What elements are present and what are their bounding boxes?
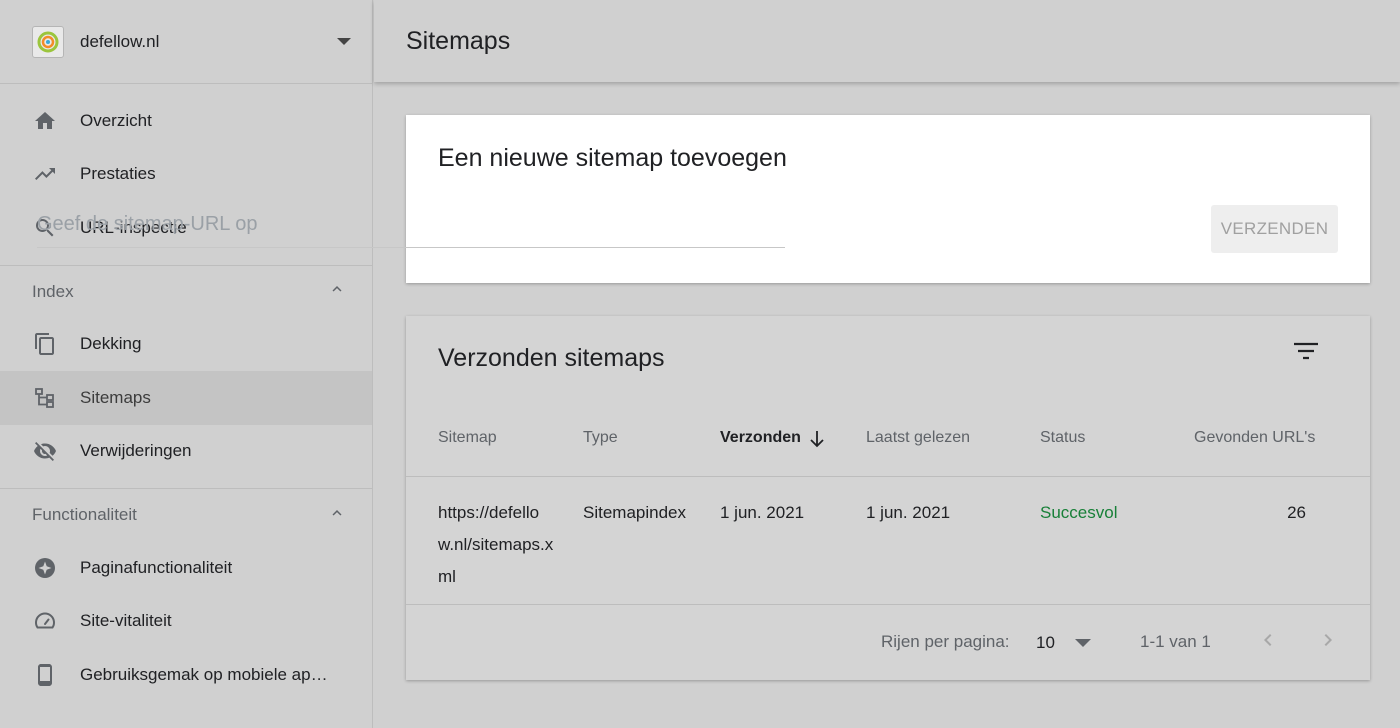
sidebar-item-site-vitaliteit[interactable]: Site-vitaliteit (0, 595, 372, 649)
sidebar-item-dekking[interactable]: Dekking (0, 318, 372, 372)
section-toggle-functionaliteit[interactable]: Functionaliteit (0, 489, 372, 541)
property-selector[interactable]: defellow.nl (0, 0, 372, 84)
sidebar-item-label: Sitemaps (80, 387, 151, 407)
property-name: defellow.nl (80, 31, 160, 51)
filter-button[interactable] (1292, 342, 1320, 366)
submit-button[interactable]: VERZENDEN (1211, 205, 1338, 253)
nav-index: Index Dekking Sitemaps Verwijderingen (0, 266, 372, 489)
rows-per-page-select[interactable]: 10 (1036, 628, 1096, 658)
sidebar-item-overzicht[interactable]: Overzicht (0, 94, 372, 148)
sidebar-item-prestaties[interactable]: Prestaties (0, 148, 372, 202)
table-pagination: Rijen per pagina: 10 1-1 van 1 (406, 606, 1370, 680)
chevron-left-icon (1256, 628, 1280, 657)
sidebar-item-label: Overzicht (80, 110, 152, 130)
sidebar-item-label: Verwijderingen (80, 441, 192, 461)
section-label: Functionaliteit (32, 505, 137, 524)
submitted-sitemaps-card: Verzonden sitemaps Sitemap Type Verzonde… (406, 316, 1370, 680)
sitemap-url-input[interactable] (37, 208, 785, 248)
sidebar: defellow.nl Overzicht Prestaties URL-ins… (0, 0, 373, 728)
sidebar-item-label: Dekking (80, 334, 142, 354)
site-logo-icon (32, 25, 64, 58)
cell-status: Succesvol (1040, 503, 1118, 522)
sidebar-item-sitemaps[interactable]: Sitemaps (0, 371, 372, 425)
caret-down-icon (1074, 639, 1091, 647)
add-sitemap-card: Een nieuwe sitemap toevoegen VERZENDEN (406, 115, 1370, 283)
home-icon (32, 108, 58, 134)
sidebar-item-label: Prestaties (80, 164, 156, 184)
chevron-right-icon (1316, 628, 1340, 657)
smartphone-icon (32, 662, 58, 688)
eye-off-icon (32, 438, 58, 464)
cell-submitted: 1 jun. 2021 (720, 503, 805, 522)
cell-urls-found: 26 (1287, 503, 1306, 522)
add-sitemap-title: Een nieuwe sitemap toevoegen (438, 144, 787, 172)
column-header-last-read[interactable]: Laatst gelezen (866, 421, 970, 477)
nav-functionaliteit: Functionaliteit Paginafunctionaliteit Si… (0, 489, 372, 712)
cell-last-read: 1 jun. 2021 (866, 503, 951, 522)
column-header-status[interactable]: Status (1040, 421, 1085, 477)
column-header-urls[interactable]: Gevonden URL's (1194, 421, 1315, 477)
filter-icon (1293, 342, 1319, 367)
sitemap-icon (32, 385, 58, 411)
sidebar-item-label: Gebruiksgemak op mobiele ap… (80, 664, 328, 684)
sidebar-item-label: Site-vitaliteit (80, 611, 172, 631)
column-header-submitted[interactable]: Verzonden (720, 421, 825, 477)
arrow-down-icon (809, 427, 825, 461)
sidebar-item-mobiel[interactable]: Gebruiksgemak op mobiele ap… (0, 648, 372, 702)
column-header-sitemap[interactable]: Sitemap (438, 421, 497, 477)
rows-per-page-value: 10 (1036, 633, 1055, 652)
copy-pages-icon (32, 331, 58, 357)
sidebar-item-paginafunctionaliteit[interactable]: Paginafunctionaliteit (0, 541, 372, 595)
trending-up-icon (32, 161, 58, 187)
column-header-label: Verzonden (720, 429, 801, 446)
column-header-type[interactable]: Type (583, 421, 618, 477)
sidebar-item-label: Paginafunctionaliteit (80, 557, 233, 577)
rows-per-page-label: Rijen per pagina: (881, 632, 1010, 651)
page-experience-icon (32, 555, 58, 581)
next-page-button[interactable] (1314, 628, 1342, 656)
section-toggle-index[interactable]: Index (0, 266, 372, 318)
table-header: Sitemap Type Verzonden Laatst gelezen St… (406, 421, 1370, 477)
previous-page-button[interactable] (1254, 628, 1282, 656)
sidebar-item-verwijderingen[interactable]: Verwijderingen (0, 425, 372, 479)
page-header: Sitemaps (374, 0, 1400, 82)
chevron-up-icon (328, 504, 346, 527)
table-row[interactable]: https://defellow.nl/sitemaps.xml Sitemap… (406, 478, 1370, 605)
cell-sitemap-url: https://defellow.nl/sitemaps.xml (438, 503, 554, 586)
submitted-sitemaps-title: Verzonden sitemaps (438, 344, 665, 372)
chevron-down-icon (337, 38, 351, 45)
chevron-up-icon (328, 280, 346, 303)
gauge-icon (32, 608, 58, 634)
pagination-range: 1-1 van 1 (1140, 632, 1211, 651)
section-label: Index (32, 281, 74, 301)
page-title: Sitemaps (406, 26, 511, 55)
cell-type: Sitemapindex (583, 503, 687, 522)
